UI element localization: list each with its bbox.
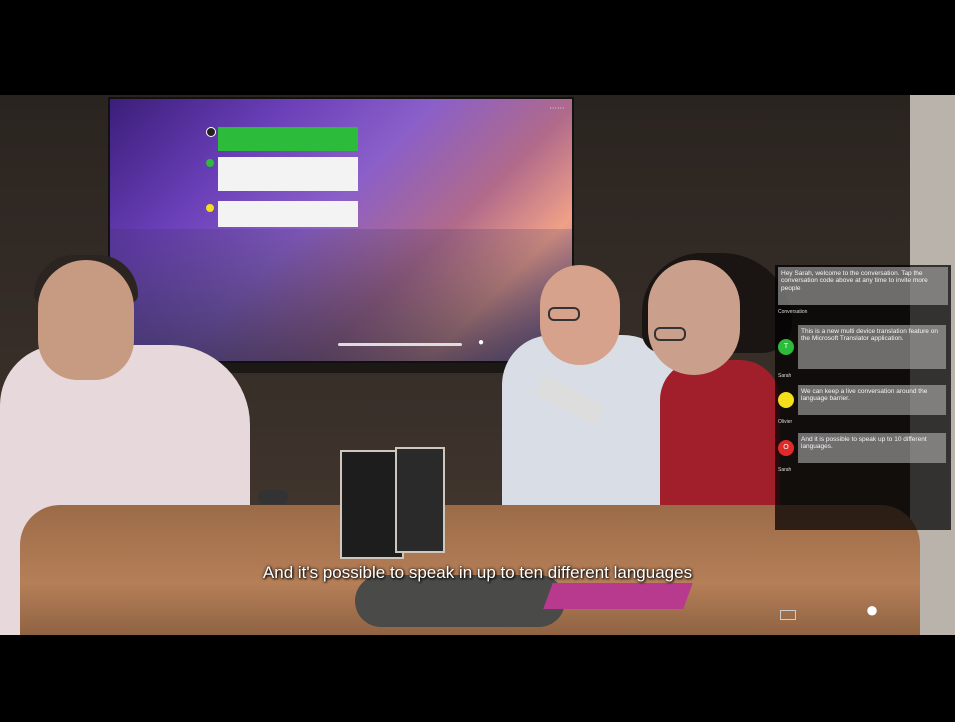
person-middle bbox=[502, 335, 682, 525]
glasses bbox=[548, 307, 580, 321]
speaker-name: Olivier bbox=[778, 419, 793, 425]
display-message bbox=[218, 127, 358, 151]
display-status: • • • • • • bbox=[550, 105, 564, 110]
chat-message-text: We can keep a live conversation around t… bbox=[801, 388, 928, 403]
chat-message: T This is a new multi device translation… bbox=[778, 325, 946, 369]
intro-message: Hey Sarah, welcome to the conversation. … bbox=[778, 267, 948, 305]
display-message bbox=[218, 157, 358, 191]
participant-dot bbox=[206, 127, 216, 137]
microphone-icon[interactable]: ● bbox=[860, 597, 884, 627]
chat-message-text: And it is possible to speak up to 10 dif… bbox=[801, 436, 927, 451]
display-message bbox=[218, 201, 358, 227]
phone-app-panel: Hey Sarah, welcome to the conversation. … bbox=[775, 265, 951, 530]
person-left-head bbox=[38, 260, 134, 380]
speaker-name: Sarah bbox=[778, 467, 792, 473]
chat-message: O And it is possible to speak up to 10 d… bbox=[778, 433, 946, 463]
notebook bbox=[395, 447, 445, 553]
participant-dot bbox=[206, 159, 214, 167]
chat-message: We can keep a live conversation around t… bbox=[778, 385, 946, 415]
letterbox-top bbox=[0, 0, 955, 95]
section-label: Conversation bbox=[778, 309, 808, 315]
person-right-head bbox=[648, 260, 740, 375]
speaker-name: Sarah bbox=[778, 373, 792, 379]
progress-bar bbox=[338, 343, 462, 346]
speaker-dot bbox=[778, 392, 794, 408]
wall-display: • • • • • • ● bbox=[108, 97, 574, 363]
glasses bbox=[654, 327, 686, 341]
chat-message-text: This is a new multi device translation f… bbox=[801, 328, 938, 343]
speaker-dot: T bbox=[778, 339, 794, 355]
keyboard-icon[interactable] bbox=[780, 610, 796, 620]
phone bbox=[258, 490, 288, 504]
microphone-icon: ● bbox=[478, 337, 485, 348]
speaker-dot: O bbox=[778, 440, 794, 456]
subtitle: And it's possible to speak in up to ten … bbox=[262, 563, 693, 582]
letterbox-bottom bbox=[0, 635, 955, 722]
participant-dot bbox=[206, 204, 214, 212]
table-card bbox=[543, 583, 693, 609]
